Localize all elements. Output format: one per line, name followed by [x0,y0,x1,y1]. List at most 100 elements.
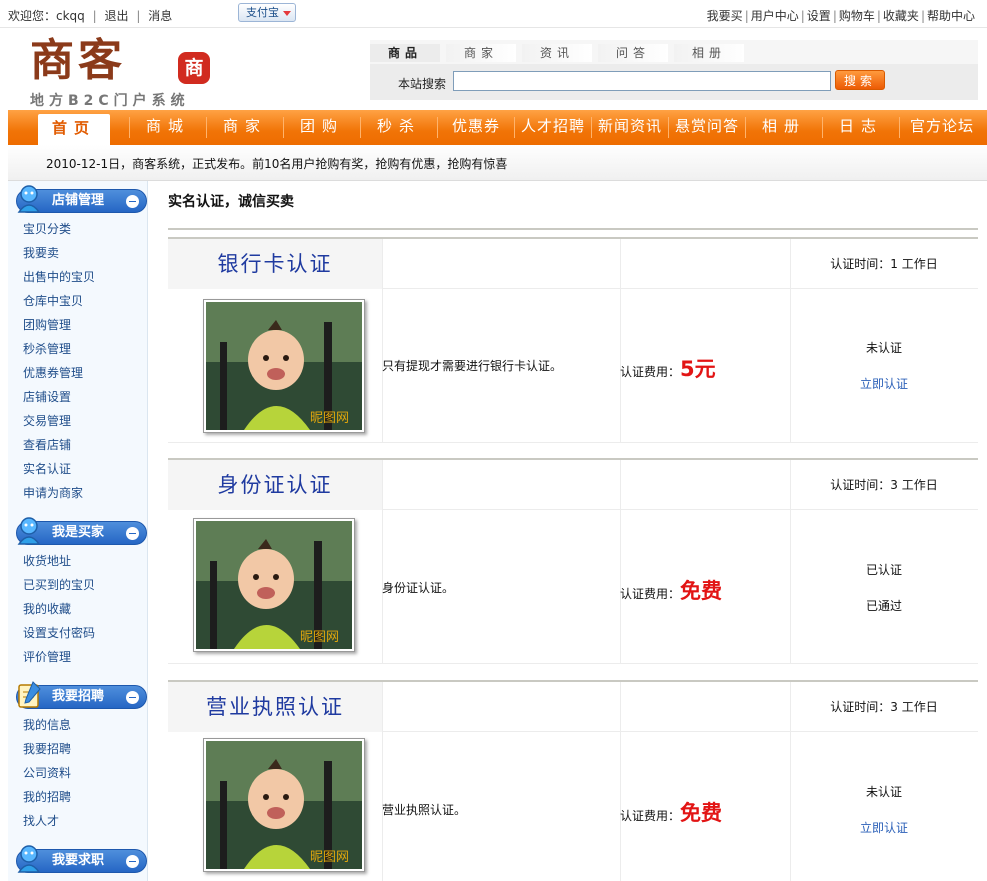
sidebar-section-buyer[interactable]: 我是买家 [16,517,147,545]
cert-description: 营业执照认证。 [382,803,467,817]
collapse-icon[interactable] [126,195,139,208]
sidebar-item-company-profile[interactable]: 公司资料 [23,764,71,781]
nav-blog[interactable]: 日志 [823,110,899,145]
top-link-user-center[interactable]: 用户中心 [751,9,799,23]
sidebar-item-flash-sale-mgmt[interactable]: 秒杀管理 [23,340,71,357]
cert-sample-image: 昵图网 [203,738,365,872]
collapse-icon[interactable] [126,527,139,540]
nav-merchants[interactable]: 商家 [207,110,283,145]
main-nav: 首页 商城 商家 团购 秒杀 优惠券 人才招聘 新闻资讯 悬赏问答 相册 日志 … [8,110,987,145]
cert-card-bank: 银行卡认证 认证时间：1 工作日 昵图网 只有提现才需要进行银行卡认证。 认证费… [168,237,978,458]
nav-home[interactable]: 首页 [38,114,110,145]
verify-now-link[interactable]: 立即认证 [790,819,978,836]
sidebar-item-sell[interactable]: 我要卖 [23,244,59,261]
cert-status: 未认证 [865,341,902,355]
top-bar: 欢迎您：ckqq | 退出 | 消息 支付宝 我要买 | 用户中心 | 设置 | 购物车 | 收… [0,0,987,28]
cert-fee: 认证费用：免费 [620,575,722,605]
sidebar-section-title: 店铺管理 [52,193,105,208]
sidebar-section-title: 我是买家 [52,525,105,540]
chevron-down-icon [283,11,291,16]
sidebar-section-jobseeker[interactable]: 我要求职 [16,845,147,873]
sidebar-section-recruit[interactable]: 我要招聘 [16,681,147,709]
sidebar-item-group-buy-mgmt[interactable]: 团购管理 [23,316,71,333]
sidebar-item-trade-mgmt[interactable]: 交易管理 [23,412,71,429]
top-link-favorites[interactable]: 收藏夹 [883,9,919,23]
sidebar-item-apply-merchant[interactable]: 申请为商家 [23,484,83,501]
sidebar-item-purchased[interactable]: 已买到的宝贝 [23,576,95,593]
top-link-buy[interactable]: 我要买 [707,9,743,23]
sidebar-item-my-info[interactable]: 我的信息 [23,716,71,733]
cert-description: 身份证认证。 [382,581,455,595]
top-link-settings[interactable]: 设置 [807,9,831,23]
sidebar-item-addresses[interactable]: 收货地址 [23,552,71,569]
messages-link[interactable]: 消息 [148,9,172,23]
announcement-bar: 2010-12-1日，商客系统，正式发布。前10名用户抢购有奖，抢购有优惠，抢购… [8,145,987,181]
baby-photo-icon: 昵图网 [196,521,352,649]
cert-time: 认证时间：3 工作日 [830,700,938,714]
sidebar-item-view-shop[interactable]: 查看店铺 [23,436,71,453]
nav-group-buy[interactable]: 团购 [284,110,360,145]
nav-news[interactable]: 新闻资讯 [592,110,668,145]
cert-fee: 认证费用：5元 [620,353,716,383]
collapse-icon[interactable] [126,691,139,704]
sidebar-item-on-sale[interactable]: 出售中的宝贝 [23,268,95,285]
logo-stamp-icon: 商 [178,52,210,84]
sidebar-item-verification[interactable]: 实名认证 [23,460,71,477]
search-tab-albums[interactable]: 相册 [674,44,744,62]
cert-title: 银行卡认证 [168,239,382,289]
fee-amount: 5 [680,357,695,381]
sidebar-item-my-jobs[interactable]: 我的招聘 [23,788,71,805]
verify-now-link[interactable]: 立即认证 [790,375,978,392]
cert-approved-label: 已通过 [865,599,902,613]
nav-flash-sale[interactable]: 秒杀 [361,110,437,145]
sidebar-item-reviews[interactable]: 评价管理 [23,648,71,665]
alipay-label: 支付宝 [246,6,279,19]
cert-status: 已认证 [865,563,902,577]
cert-title: 身份证认证 [168,460,382,510]
cert-fee: 认证费用：免费 [620,797,722,827]
nav-coupons[interactable]: 优惠券 [438,110,514,145]
search-input[interactable] [453,71,831,91]
sidebar-item-item-categories[interactable]: 宝贝分类 [23,220,71,237]
search-tab-merchants[interactable]: 商家 [446,44,516,62]
top-link-help[interactable]: 帮助中心 [927,9,975,23]
search-panel: 商品 商家 资讯 问答 相册 本站搜索 搜索 [370,40,978,100]
logout-link[interactable]: 退出 [105,9,129,23]
svg-text:昵图网: 昵图网 [300,630,339,645]
nav-forum[interactable]: 官方论坛 [900,110,984,145]
fee-label: 认证费用： [620,365,681,379]
sidebar-item-pay-password[interactable]: 设置支付密码 [23,624,95,641]
nav-albums[interactable]: 相册 [746,110,822,145]
top-link-cart[interactable]: 购物车 [839,9,875,23]
sidebar-item-warehouse[interactable]: 仓库中宝贝 [23,292,83,309]
sidebar-section-shop[interactable]: 店铺管理 [16,185,147,213]
sidebar-item-coupon-mgmt[interactable]: 优惠券管理 [23,364,83,381]
search-label: 本站搜索 [398,77,447,91]
search-tabs: 商品 商家 资讯 问答 相册 [370,40,978,64]
divider [168,228,978,230]
search-tab-qa[interactable]: 问答 [598,44,668,62]
user-icon [17,845,41,873]
sidebar: 店铺管理 宝贝分类 我要卖 出售中的宝贝 仓库中宝贝 团购管理 秒杀管理 优惠券… [8,181,148,881]
sidebar-item-my-favorites[interactable]: 我的收藏 [23,600,71,617]
logo-subtitle: 地方B2C门户系统 [30,93,190,109]
search-button[interactable]: 搜索 [835,70,885,90]
sidebar-item-shop-settings[interactable]: 店铺设置 [23,388,71,405]
baby-photo-icon: 昵图网 [206,741,362,869]
sidebar-item-post-job[interactable]: 我要招聘 [23,740,71,757]
search-tab-news[interactable]: 资讯 [522,44,592,62]
fee-unit: 元 [694,356,716,381]
search-tab-products[interactable]: 商品 [370,44,440,62]
cert-sample-image: 昵图网 [203,299,365,433]
cert-sample-image: 昵图网 [193,518,355,652]
collapse-icon[interactable] [126,855,139,868]
nav-bounty-qa[interactable]: 悬赏问答 [669,110,745,145]
site-logo[interactable]: 商客 商 地方B2C门户系统 [30,36,220,110]
top-links: 我要买 | 用户中心 | 设置 | 购物车 | 收藏夹 | 帮助中心 [706,9,975,23]
nav-recruitment[interactable]: 人才招聘 [515,110,591,145]
sidebar-item-find-talent[interactable]: 找人才 [23,812,59,829]
alipay-dropdown[interactable]: 支付宝 [238,3,296,22]
cert-time: 认证时间：1 工作日 [830,257,938,271]
cert-description: 只有提现才需要进行银行卡认证。 [382,359,563,373]
nav-mall[interactable]: 商城 [130,110,206,145]
